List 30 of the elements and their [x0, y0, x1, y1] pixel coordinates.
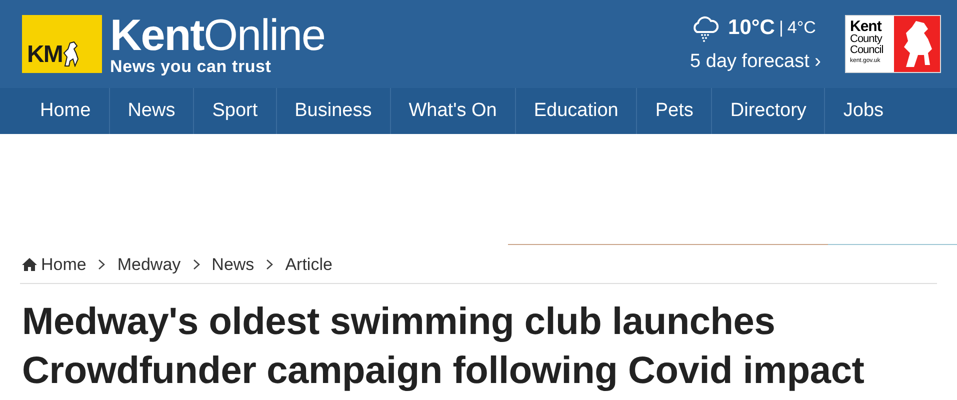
horse-icon	[62, 41, 80, 67]
nav-link[interactable]: Sport	[194, 88, 277, 134]
nav-link[interactable]: Directory	[712, 88, 826, 134]
chevron-icon	[98, 259, 106, 270]
logo-badge[interactable]: KM	[22, 15, 102, 73]
nav-link[interactable]: News	[110, 88, 194, 134]
nav-link[interactable]: Jobs	[825, 88, 884, 134]
nav-link[interactable]: Business	[276, 88, 391, 134]
nav-link[interactable]: Home	[22, 88, 110, 134]
home-icon	[22, 258, 37, 271]
council-logo-text: County	[850, 34, 884, 45]
temperature-separator: |	[778, 17, 784, 39]
council-logo-text: Council	[850, 45, 884, 56]
site-name[interactable]: KentOnline	[110, 14, 325, 58]
breadcrumb-link[interactable]: Home	[22, 252, 86, 278]
article-headline: Medway's oldest swimming club launches Crowdfunder campaign following Covid impact	[22, 300, 866, 394]
high-temperature: 10°C	[728, 15, 775, 41]
low-temperature: 4°C	[787, 17, 816, 39]
breadcrumb-link[interactable]: Article	[285, 252, 332, 278]
logo-text: KM	[27, 43, 62, 67]
chevron-icon	[192, 259, 200, 270]
breadcrumb-link[interactable]: Medway	[117, 252, 181, 278]
nav-link[interactable]: Pets	[637, 88, 712, 134]
council-logo-text: Kent	[850, 19, 882, 34]
forecast-link[interactable]: 5 day forecast ›	[690, 48, 821, 76]
chevron-icon	[266, 259, 274, 270]
nav-link[interactable]: Education	[516, 88, 638, 134]
breadcrumb-link[interactable]: News	[212, 252, 254, 278]
tagline: News you can trust	[110, 58, 272, 74]
nav-link[interactable]: What's On	[390, 88, 516, 134]
